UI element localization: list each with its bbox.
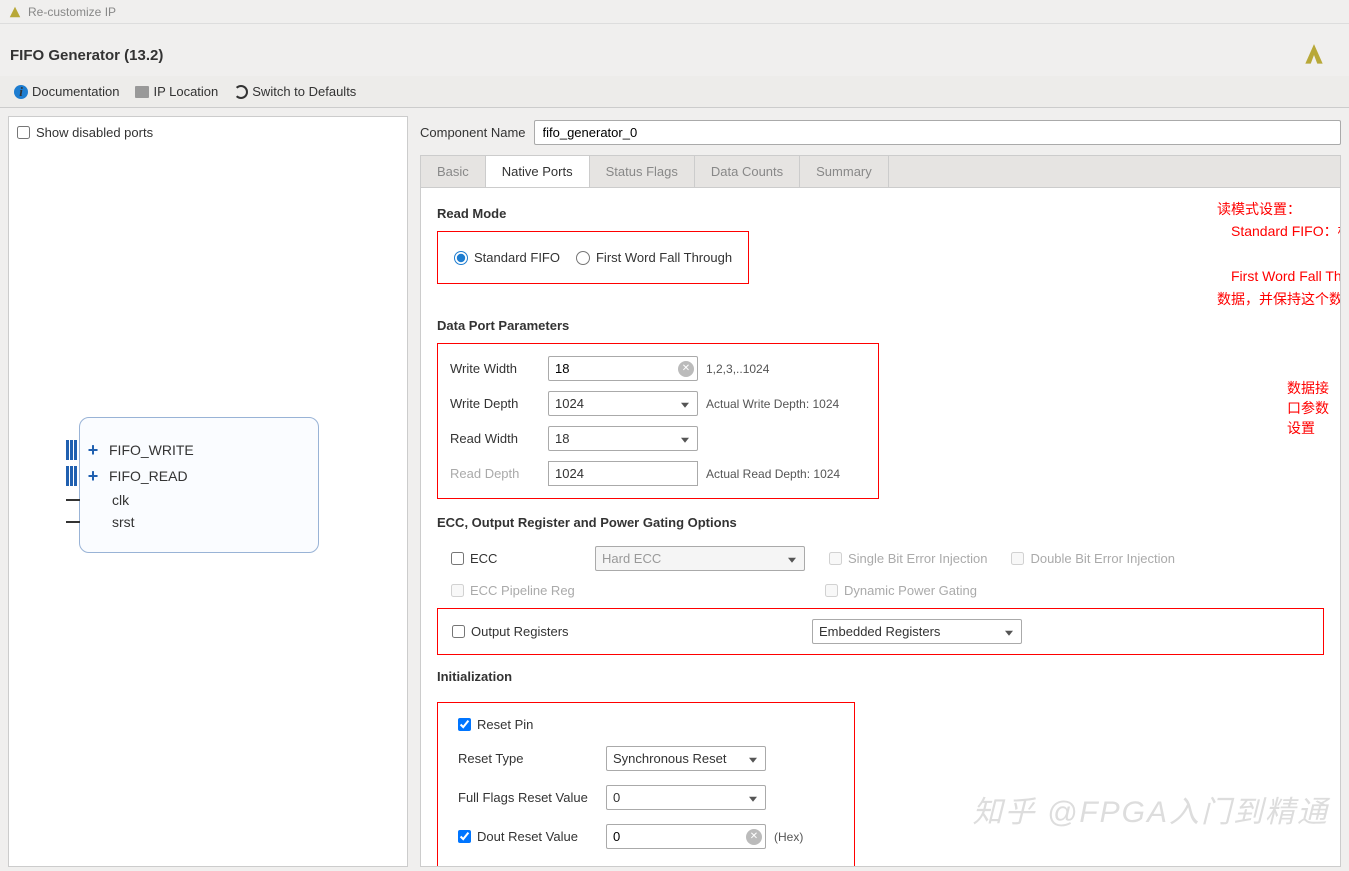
ecc-checkbox[interactable]: ECC xyxy=(451,551,571,566)
show-disabled-ports-label: Show disabled ports xyxy=(36,125,153,140)
fwft-radio[interactable]: First Word Fall Through xyxy=(576,250,732,265)
info-icon: i xyxy=(14,85,28,99)
tab-content: Read Mode Standard FIFO First Word Fall … xyxy=(420,187,1341,867)
titlebar: Re-customize IP xyxy=(0,0,1349,24)
read-mode-group: Standard FIFO First Word Fall Through xyxy=(437,231,749,284)
left-panel: Show disabled ports + FIFO_WRITE + FIFO_… xyxy=(8,116,408,867)
dynamic-power-gating-checkbox: Dynamic Power Gating xyxy=(825,583,977,598)
write-width-label: Write Width xyxy=(450,361,540,376)
switch-defaults-button[interactable]: Switch to Defaults xyxy=(228,82,362,101)
ip-location-label: IP Location xyxy=(153,84,218,99)
toolbar: i Documentation IP Location Switch to De… xyxy=(0,76,1349,108)
hard-ecc-select: Hard ECC xyxy=(595,546,805,571)
clear-icon[interactable]: ✕ xyxy=(746,829,762,845)
read-mode-title: Read Mode xyxy=(437,206,1324,221)
write-width-range: 1,2,3,..1024 xyxy=(706,362,866,376)
write-width-input[interactable] xyxy=(548,356,698,381)
hex-label: (Hex) xyxy=(774,830,834,844)
ip-location-button[interactable]: IP Location xyxy=(129,82,224,101)
documentation-button[interactable]: i Documentation xyxy=(8,82,125,101)
output-registers-group: Output Registers Embedded Registers xyxy=(437,608,1324,655)
right-panel: Component Name Basic Native Ports Status… xyxy=(420,116,1341,867)
single-bit-error-checkbox: Single Bit Error Injection xyxy=(829,551,987,566)
double-bit-error-checkbox: Double Bit Error Injection xyxy=(1011,551,1175,566)
fifo-read-port: FIFO_READ xyxy=(109,468,188,484)
actual-read-depth: Actual Read Depth: 1024 xyxy=(706,467,866,481)
plus-icon[interactable]: + xyxy=(85,442,101,458)
clear-icon[interactable]: ✕ xyxy=(678,361,694,377)
clk-port: clk xyxy=(112,492,129,508)
standard-fifo-radio[interactable]: Standard FIFO xyxy=(454,250,560,265)
vivado-logo-icon xyxy=(1301,42,1327,68)
dpp-title: Data Port Parameters xyxy=(437,318,1324,333)
switch-defaults-label: Switch to Defaults xyxy=(252,84,356,99)
app-icon xyxy=(8,5,22,19)
annotation-dpp: 数据接口参数设置 xyxy=(1287,378,1340,438)
initialization-title: Initialization xyxy=(437,669,1324,684)
reset-type-label: Reset Type xyxy=(458,751,598,766)
tab-data-counts[interactable]: Data Counts xyxy=(695,156,800,187)
read-depth-field: 1024 xyxy=(548,461,698,486)
window-title: Re-customize IP xyxy=(28,5,116,19)
plus-icon[interactable]: + xyxy=(85,468,101,484)
documentation-label: Documentation xyxy=(32,84,119,99)
embedded-registers-select[interactable]: Embedded Registers xyxy=(812,619,1022,644)
tab-status-flags[interactable]: Status Flags xyxy=(590,156,695,187)
ecc-title: ECC, Output Register and Power Gating Op… xyxy=(437,515,1324,530)
read-width-select[interactable]: 18 xyxy=(548,426,698,451)
refresh-icon xyxy=(234,85,248,99)
wire-icon xyxy=(66,521,80,523)
folder-icon xyxy=(135,86,149,98)
reset-type-select[interactable]: Synchronous Reset xyxy=(606,746,766,771)
tab-summary[interactable]: Summary xyxy=(800,156,889,187)
write-depth-select[interactable]: 1024 xyxy=(548,391,698,416)
block-diagram: + FIFO_WRITE + FIFO_READ clk srst xyxy=(79,417,319,553)
read-latency-text: Read Latency : 1 xyxy=(444,865,834,867)
dout-reset-value-input[interactable] xyxy=(606,824,766,849)
actual-write-depth: Actual Write Depth: 1024 xyxy=(706,397,866,411)
header: FIFO Generator (13.2) xyxy=(0,24,1349,76)
write-depth-label: Write Depth xyxy=(450,396,540,411)
full-flags-label: Full Flags Reset Value xyxy=(458,790,598,805)
read-depth-label: Read Depth xyxy=(450,466,540,481)
page-title: FIFO Generator (13.2) xyxy=(10,47,163,64)
annotation-read-mode: 读模式设置： Standard FIFO：标准读模式，接收到读使能后下一个周期输… xyxy=(1217,198,1341,310)
bus-icon xyxy=(66,466,77,486)
dout-reset-checkbox[interactable]: Dout Reset Value xyxy=(458,829,598,844)
output-registers-checkbox[interactable]: Output Registers xyxy=(452,624,788,639)
data-port-parameters-group: Write Width ✕ 1,2,3,..1024 Write Depth 1… xyxy=(437,343,879,499)
initialization-group: Reset Pin Reset Type Synchronous Reset F… xyxy=(437,702,855,867)
ecc-pipeline-checkbox: ECC Pipeline Reg xyxy=(451,583,801,598)
tab-native-ports[interactable]: Native Ports xyxy=(486,156,590,188)
tab-basic[interactable]: Basic xyxy=(421,156,486,187)
full-flags-select[interactable]: 0 xyxy=(606,785,766,810)
component-name-input[interactable] xyxy=(534,120,1342,145)
wire-icon xyxy=(66,499,80,501)
reset-pin-checkbox[interactable]: Reset Pin xyxy=(458,717,834,732)
srst-port: srst xyxy=(112,514,135,530)
read-width-label: Read Width xyxy=(450,431,540,446)
component-name-label: Component Name xyxy=(420,125,526,140)
bus-icon xyxy=(66,440,77,460)
tab-bar: Basic Native Ports Status Flags Data Cou… xyxy=(420,155,1341,187)
fifo-write-port: FIFO_WRITE xyxy=(109,442,194,458)
show-disabled-ports-checkbox[interactable] xyxy=(17,126,30,139)
